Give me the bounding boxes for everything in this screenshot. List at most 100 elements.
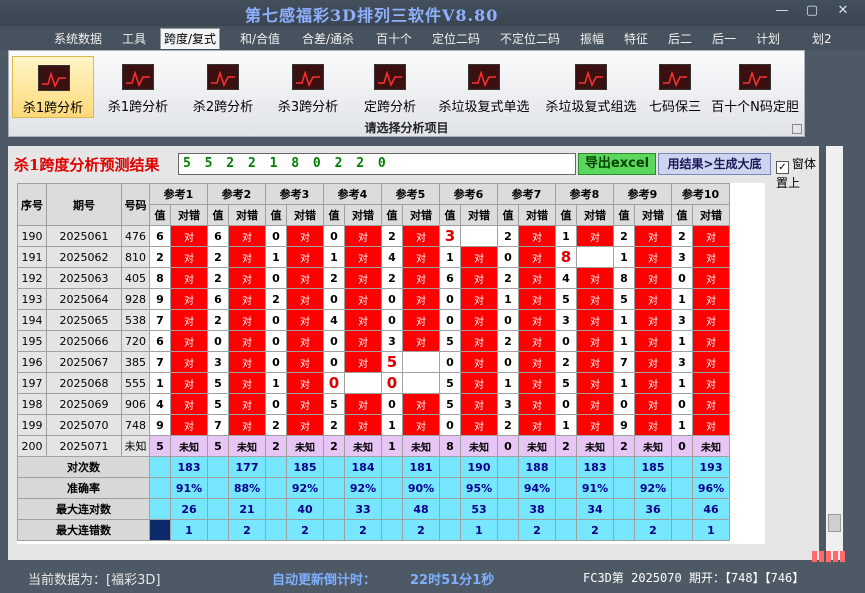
cell-value: 0 <box>439 288 461 310</box>
ribbon-garbage-single[interactable]: 杀垃圾复式单选 <box>431 56 537 118</box>
cell-mark-right: 对 <box>170 288 208 310</box>
stats-pad <box>265 456 287 478</box>
close-button[interactable]: ✕ <box>828 2 858 20</box>
menu-position-two[interactable]: 定位二码 <box>432 29 480 49</box>
cell-mark-right: 对 <box>402 288 440 310</box>
generate-base-button[interactable]: 用结果>生成大底 <box>658 153 771 175</box>
menu-nonposition-two[interactable]: 不定位二码 <box>500 29 560 49</box>
ribbon-expand-icon[interactable] <box>792 124 802 134</box>
sub-val-header: 值 <box>439 204 461 226</box>
stats-label: 准确率 <box>17 477 150 499</box>
ribbon-kill2-span[interactable]: 杀2跨分析 <box>182 56 264 118</box>
table-row: 190 2025061 476 6 对 6 对 0 对 0 对 2 对 3 2 对 1 对 2 对 2 对 <box>17 225 730 247</box>
cell-mark-right: 对 <box>518 246 556 268</box>
cell-predict-mark: 未知 <box>576 435 614 457</box>
cell-mark-right: 对 <box>518 267 556 289</box>
stats-pad <box>439 477 461 499</box>
ribbon-seven-keep-three[interactable]: 七码保三 <box>643 56 707 118</box>
stats-value: 2 <box>286 519 324 541</box>
cell-mark-right: 对 <box>576 330 614 352</box>
ref-header: 参考5 <box>381 183 440 205</box>
stats-value: 53 <box>460 498 498 520</box>
menu-sum-value[interactable]: 和/合值 <box>240 29 280 49</box>
cell-value: 2 <box>265 414 287 436</box>
stats-pad <box>613 477 635 499</box>
ref-header: 参考2 <box>207 183 266 205</box>
export-excel-button[interactable]: 导出excel <box>578 153 656 175</box>
analysis-panel: 杀1跨度分析预测结果 5 5 2 2 1 8 0 2 2 0 导出excel 用… <box>8 146 819 560</box>
ref-header: 参考7 <box>497 183 556 205</box>
cell-code: 476 <box>121 225 150 247</box>
cell-value: 2 <box>207 309 229 331</box>
window-ontop-checkbox[interactable]: ✓ 窗体置上 <box>776 155 819 191</box>
menu-diff-kill[interactable]: 合差/通杀 <box>302 29 354 49</box>
cell-code: 748 <box>121 414 150 436</box>
cell-value: 1 <box>671 330 693 352</box>
menu-span-combo[interactable]: 跨度/复式 <box>160 28 221 49</box>
table-row: 194 2025065 538 7 对 2 对 0 对 4 对 0 对 0 对 0 对 3 对 1 对 3 对 <box>17 309 730 331</box>
restore-button[interactable]: ▢ <box>797 2 827 20</box>
ribbon-kill1-span[interactable]: 杀1跨分析 <box>97 56 179 118</box>
result-field[interactable]: 5 5 2 2 1 8 0 2 2 0 <box>178 153 576 175</box>
stats-value: 92% <box>344 477 382 499</box>
checkbox-icon[interactable]: ✓ <box>776 161 789 174</box>
menu-plan[interactable]: 计划 <box>756 29 780 49</box>
table-row: 192 2025063 405 8 对 2 对 0 对 2 对 2 对 6 对 2 对 4 对 8 对 0 对 <box>17 267 730 289</box>
cell-predict-mark: 未知 <box>344 435 382 457</box>
cell-mark-right: 对 <box>286 393 324 415</box>
ribbon-kill3-span[interactable]: 杀3跨分析 <box>267 56 349 118</box>
ribbon-fixed-span[interactable]: 定跨分析 <box>352 56 428 118</box>
cell-period: 2025071 <box>46 435 122 457</box>
cell-value: 0 <box>265 330 287 352</box>
menu-last-two[interactable]: 后二 <box>668 29 692 49</box>
cell-value: 1 <box>323 246 345 268</box>
menu-system-data[interactable]: 系统数据 <box>54 29 102 49</box>
cell-mark-right: 对 <box>634 246 672 268</box>
ribbon-n-code-gall[interactable]: 百十个N码定胆 <box>708 56 802 118</box>
stats-value: 26 <box>170 498 208 520</box>
scroll-thumb[interactable] <box>828 514 841 532</box>
menu-last-one[interactable]: 后一 <box>712 29 736 49</box>
ribbon-garbage-group[interactable]: 杀垃圾复式组选 <box>539 56 643 118</box>
ribbon-caption: 请选择分析项目 <box>364 121 449 135</box>
vertical-scrollbar[interactable] <box>826 146 843 560</box>
sub-val-header: 值 <box>381 204 403 226</box>
ref-header: 参考4 <box>323 183 382 205</box>
menu-hundreds-tens-ones[interactable]: 百十个 <box>376 29 412 49</box>
cell-code: 720 <box>121 330 150 352</box>
countdown-value: 22时51分1秒 <box>410 573 495 588</box>
ref-header: 参考10 <box>671 183 730 205</box>
stats-value: 2 <box>576 519 614 541</box>
sub-val-header: 值 <box>207 204 229 226</box>
title-bar: 第七感福彩3D排列三软件V8.80 — ▢ ✕ <box>0 0 865 26</box>
menu-amplitude[interactable]: 振幅 <box>580 29 604 49</box>
cell-value: 2 <box>381 267 403 289</box>
cell-value: 5 <box>207 372 229 394</box>
stats-pad <box>149 519 171 541</box>
menu-tools[interactable]: 工具 <box>122 29 146 49</box>
cell-mark-right: 对 <box>576 225 614 247</box>
menu-feature[interactable]: 特征 <box>624 29 648 49</box>
cell-code: 906 <box>121 393 150 415</box>
minimize-button[interactable]: — <box>767 2 797 20</box>
cell-value: 1 <box>381 414 403 436</box>
stats-pad <box>497 456 519 478</box>
ribbon-kill1-span-active[interactable]: 杀1跨分析 <box>12 56 94 118</box>
menu-plan2[interactable]: 划2 <box>812 29 832 49</box>
cell-value: 5 <box>555 288 577 310</box>
stats-pad <box>265 477 287 499</box>
table-row: 195 2025066 720 6 对 0 对 0 对 0 对 3 对 5 对 2 对 0 对 1 对 1 对 <box>17 330 730 352</box>
cell-mark-right: 对 <box>228 330 266 352</box>
cell-mark-right: 对 <box>286 225 324 247</box>
cell-value: 4 <box>381 246 403 268</box>
stats-label: 对次数 <box>17 456 150 478</box>
stats-pad <box>323 498 345 520</box>
cell-code: 538 <box>121 309 150 331</box>
stats-value: 90% <box>402 477 440 499</box>
cell-value: 1 <box>613 246 635 268</box>
cell-value: 6 <box>207 288 229 310</box>
cell-value: 0 <box>265 393 287 415</box>
chart-icon <box>575 64 607 90</box>
cell-mark-right: 对 <box>634 330 672 352</box>
cell-mark-right: 对 <box>460 267 498 289</box>
